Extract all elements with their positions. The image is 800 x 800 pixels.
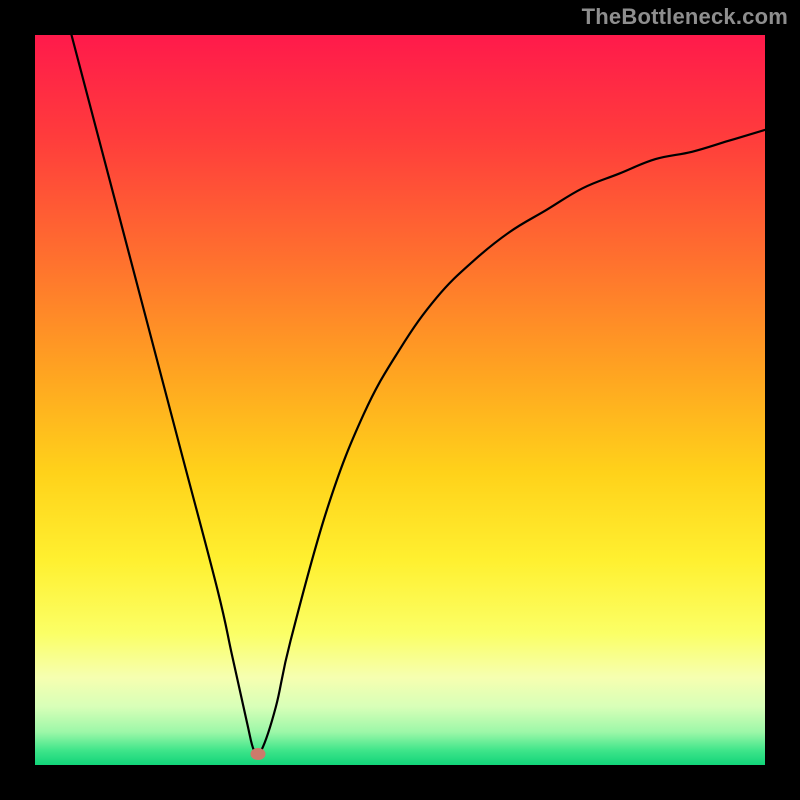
curve-svg: [35, 35, 765, 765]
plot-area: [35, 35, 765, 765]
optimum-marker: [250, 748, 265, 760]
chart-frame: TheBottleneck.com: [0, 0, 800, 800]
bottleneck-curve: [72, 35, 766, 756]
watermark-text: TheBottleneck.com: [582, 4, 788, 30]
